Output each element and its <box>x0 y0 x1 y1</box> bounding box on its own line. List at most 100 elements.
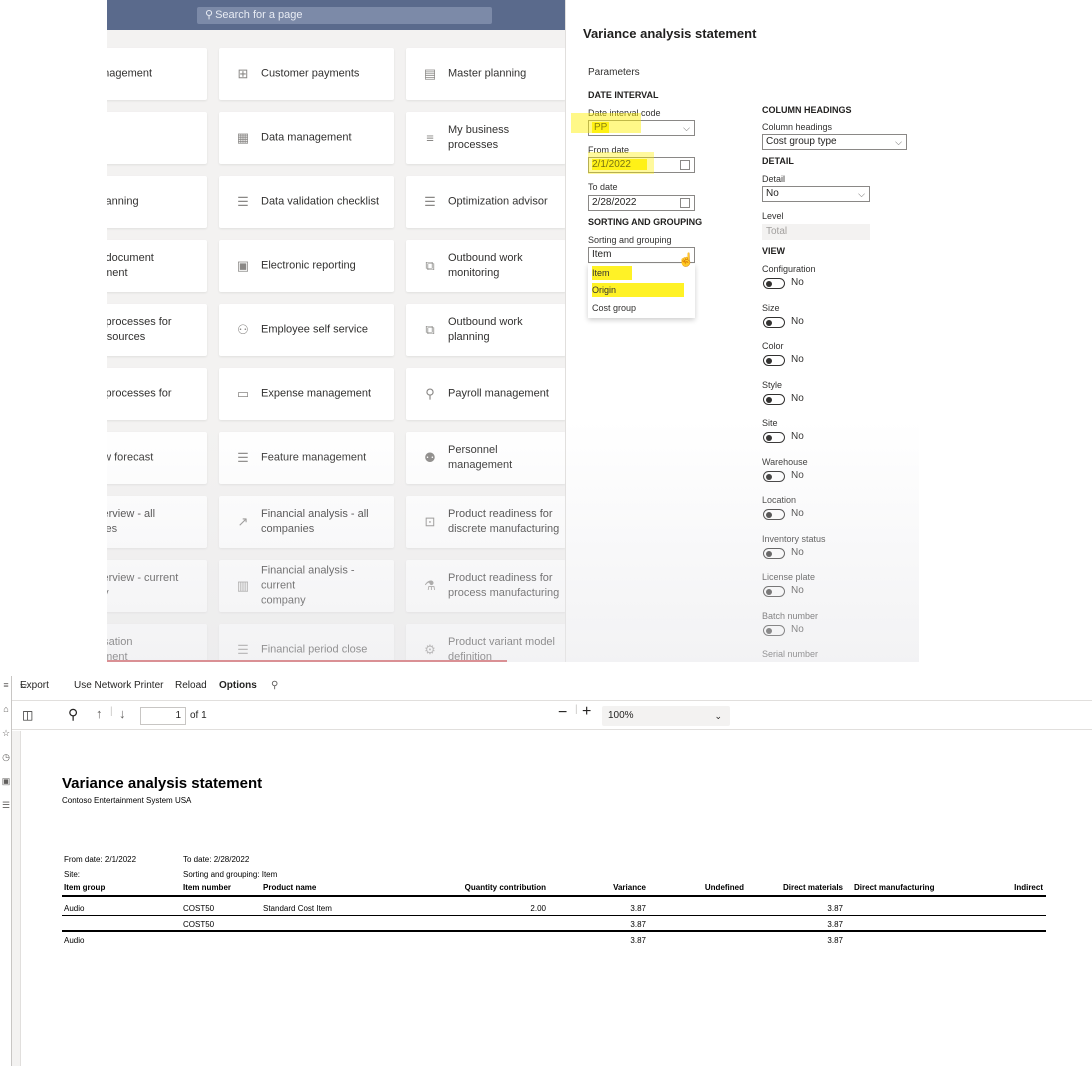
toggle-switch[interactable] <box>763 393 785 405</box>
table-rule <box>62 915 1046 916</box>
page-number-input[interactable]: 1 <box>140 707 186 725</box>
find-icon[interactable]: ⚲ <box>68 706 78 723</box>
workspace-tile[interactable]: ⊞ Customer payments <box>219 48 394 100</box>
toggle-switch[interactable] <box>763 509 785 520</box>
tile-label: s <box>107 131 201 146</box>
options-tab[interactable]: Options <box>219 680 257 691</box>
toggle-switch[interactable] <box>763 586 785 597</box>
workspace-tile[interactable]: anagement <box>107 48 207 100</box>
toggle-value: No <box>791 392 804 404</box>
toggle-switch[interactable] <box>763 355 785 366</box>
workspace-tile[interactable]: ≡ My business processes <box>406 112 566 164</box>
workspace-tile[interactable]: ▤ Master planning <box>406 48 566 100</box>
workspace-tile[interactable]: ⚙ Product variant model definition <box>406 624 566 662</box>
toggle-switch[interactable] <box>763 278 785 289</box>
report-title: Variance analysis statement <box>62 775 263 792</box>
workspace-tile[interactable]: s processes for <box>107 368 207 420</box>
workspace-tile[interactable]: ow forecast <box>107 432 207 484</box>
star-icon[interactable]: ☆ <box>0 728 12 739</box>
highlight-mark <box>571 113 641 133</box>
home-icon[interactable]: ⌂ <box>0 704 12 714</box>
workspace-tile[interactable]: s processes for resources <box>107 304 207 356</box>
workspace-tile[interactable]: ⚇ Employee self service <box>219 304 394 356</box>
report-page: Variance analysis statement Contoso Ente… <box>20 731 1092 1066</box>
next-page-icon[interactable]: ↓ <box>119 706 126 721</box>
zoom-in-icon[interactable]: + <box>582 703 591 721</box>
tile-label: verview - current ny <box>107 572 179 599</box>
workspace-tile[interactable]: ☰ Optimization advisor <box>406 176 566 228</box>
toggle-switch[interactable] <box>763 316 785 328</box>
workspace-tile[interactable]: ⧉ Outbound work monitoring <box>406 240 566 292</box>
workspace-tile[interactable]: s document ement <box>107 240 207 292</box>
tile-label: Optimization advisor <box>448 195 548 208</box>
column-headings-select[interactable]: Cost group type ⌵ <box>762 134 907 150</box>
toggle-value: No <box>791 623 804 635</box>
tile-label: nsation ement <box>107 636 133 662</box>
workspace-tile[interactable]: nsation ement <box>107 624 207 662</box>
search-placeholder: Search for a page <box>215 9 303 21</box>
search-icon[interactable]: ⚲ <box>271 680 278 691</box>
workspace-tile[interactable]: ⚲ Payroll management <box>406 368 566 420</box>
calendar-icon[interactable] <box>680 160 690 170</box>
dropdown-option-item[interactable]: Item <box>592 266 632 280</box>
toggle-switch[interactable] <box>763 547 785 559</box>
search-box[interactable]: ⚲ Search for a page <box>197 7 492 24</box>
workspace-tile[interactable]: verview - current ny <box>107 560 207 612</box>
workspace-tile[interactable]: ↗ Financial analysis - all companies <box>219 496 394 548</box>
zoom-out-icon[interactable]: − <box>558 704 567 722</box>
workspace-tile[interactable]: ⊡ Product readiness for discrete manufact… <box>406 496 566 548</box>
workspace-tile[interactable]: ⚗ Product readiness for process manufactu… <box>406 560 566 612</box>
detail-select[interactable]: No ⌵ <box>762 186 870 202</box>
tile-label: verview - all nies <box>107 508 156 535</box>
reload-button[interactable]: Reload <box>175 680 207 691</box>
workspace-tile[interactable]: s <box>107 112 207 164</box>
hamburger-icon[interactable]: ≡ <box>0 680 12 690</box>
tile-label: Data management <box>261 131 352 144</box>
workspace-tile[interactable]: ⚉ Personnel management <box>406 432 566 484</box>
workspace-tile[interactable]: ☰ Data validation checklist <box>219 176 394 228</box>
workspace-tile[interactable]: planning <box>107 176 207 228</box>
tile-label: anagement <box>107 67 153 80</box>
sidebar-toggle-icon[interactable]: ◫ <box>22 708 33 722</box>
to-date-field[interactable]: 2/28/2022 <box>588 195 695 211</box>
separator: | <box>575 704 578 715</box>
workspace-tile[interactable]: ⧉ Outbound work planning <box>406 304 566 356</box>
toggle-switch[interactable] <box>763 624 785 636</box>
dropdown-option-cost-group[interactable]: Cost group <box>592 301 636 315</box>
separator: | <box>110 706 113 717</box>
calendar-icon[interactable]: ▣ <box>0 776 12 787</box>
calendar-icon[interactable] <box>680 198 690 208</box>
checklist-icon: ☰ <box>237 450 249 465</box>
zoom-select[interactable]: 100% ⌄ <box>602 706 730 726</box>
toggle-label: Size <box>762 302 780 313</box>
level-field: Total <box>762 224 870 240</box>
workspace-tile[interactable]: ☰ Feature management <box>219 432 394 484</box>
toggle-switch[interactable] <box>763 432 785 443</box>
employee-icon: ⚇ <box>237 322 249 337</box>
tile-label: Outbound work monitoring <box>448 252 523 279</box>
list-icon[interactable]: ☰ <box>0 800 12 811</box>
master-planning-icon: ▤ <box>423 66 437 81</box>
viewer-toolbar: ◫ ⚲ ↑ | ↓ 1 of 1 − | + 100% ⌄ <box>12 700 1092 730</box>
workspace-tile[interactable]: ▦ Data management <box>219 112 394 164</box>
report-canvas: Variance analysis statement Contoso Ente… <box>12 731 1092 1066</box>
sorting-grouping-label: Sorting and grouping <box>588 235 672 245</box>
report-column-header: Item group <box>64 883 106 892</box>
previous-page-icon[interactable]: ↑ <box>96 706 103 721</box>
use-network-printer-button[interactable]: Use Network Printer <box>74 680 163 691</box>
zoom-value: 100% <box>608 710 634 721</box>
workspace-tile[interactable]: ▣ Electronic reporting <box>219 240 394 292</box>
dropdown-option-origin[interactable]: Origin <box>592 283 684 297</box>
chevron-down-icon: ⌵ <box>895 137 902 147</box>
workspace-tile[interactable]: ▭ Expense management <box>219 368 394 420</box>
clock-icon[interactable]: ◷ <box>0 752 12 763</box>
outbound-work-icon: ⧉ <box>425 258 435 273</box>
tile-label: s document ement <box>107 252 154 279</box>
chevron-down-icon: ⌵ <box>683 123 690 133</box>
workspace-tile[interactable]: ☰ Financial period close <box>219 624 394 662</box>
toggle-switch[interactable] <box>763 470 785 482</box>
workspace-tile[interactable]: ▥ Financial analysis - current company <box>219 560 394 612</box>
payroll-icon: ⚲ <box>425 386 435 401</box>
report-column-header: Quantity contribution <box>464 883 546 892</box>
workspace-tile[interactable]: verview - all nies <box>107 496 207 548</box>
